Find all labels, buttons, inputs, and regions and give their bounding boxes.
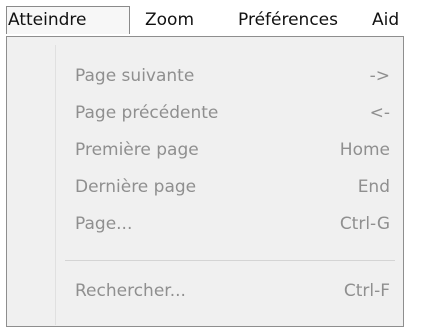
menu-item-premiere-page[interactable]: Première page Home <box>65 131 403 167</box>
menu-item-page-precedente[interactable]: Page précédente <- <box>65 94 403 130</box>
menu-item-derniere-page[interactable]: Dernière page End <box>65 168 403 204</box>
menu-item-page-goto[interactable]: Page... Ctrl-G <box>65 205 403 241</box>
menu-atteindre[interactable]: Atteindre <box>6 6 130 34</box>
menu-item-shortcut: End <box>357 177 390 197</box>
menu-item-shortcut: Ctrl-F <box>343 281 390 301</box>
menu-item-shortcut: Ctrl-G <box>339 214 390 234</box>
menu-bar: Atteindre Zoom Préférences Aid <box>0 0 427 36</box>
menu-preferences[interactable]: Préférences <box>238 7 338 33</box>
menu-aid[interactable]: Aid <box>372 7 399 33</box>
menu-separator <box>65 260 395 261</box>
menu-icon-gutter-divider <box>55 45 56 325</box>
menu-item-shortcut: -> <box>369 66 390 86</box>
menu-item-page-suivante[interactable]: Page suivante -> <box>65 57 403 93</box>
menu-item-label: Rechercher... <box>75 281 186 301</box>
menu-item-label: Première page <box>75 140 199 160</box>
menu-item-rechercher[interactable]: Rechercher... Ctrl-F <box>65 272 403 308</box>
menu-item-label: Page... <box>75 214 133 234</box>
menu-item-shortcut: <- <box>369 103 390 123</box>
menu-item-shortcut: Home <box>339 140 390 160</box>
menu-item-label: Page suivante <box>75 66 195 86</box>
menu-item-label: Page précédente <box>75 103 219 123</box>
atteindre-dropdown-menu: Page suivante -> Page précédente <- Prem… <box>6 36 404 327</box>
menu-item-label: Dernière page <box>75 177 197 197</box>
menu-zoom[interactable]: Zoom <box>145 7 194 33</box>
